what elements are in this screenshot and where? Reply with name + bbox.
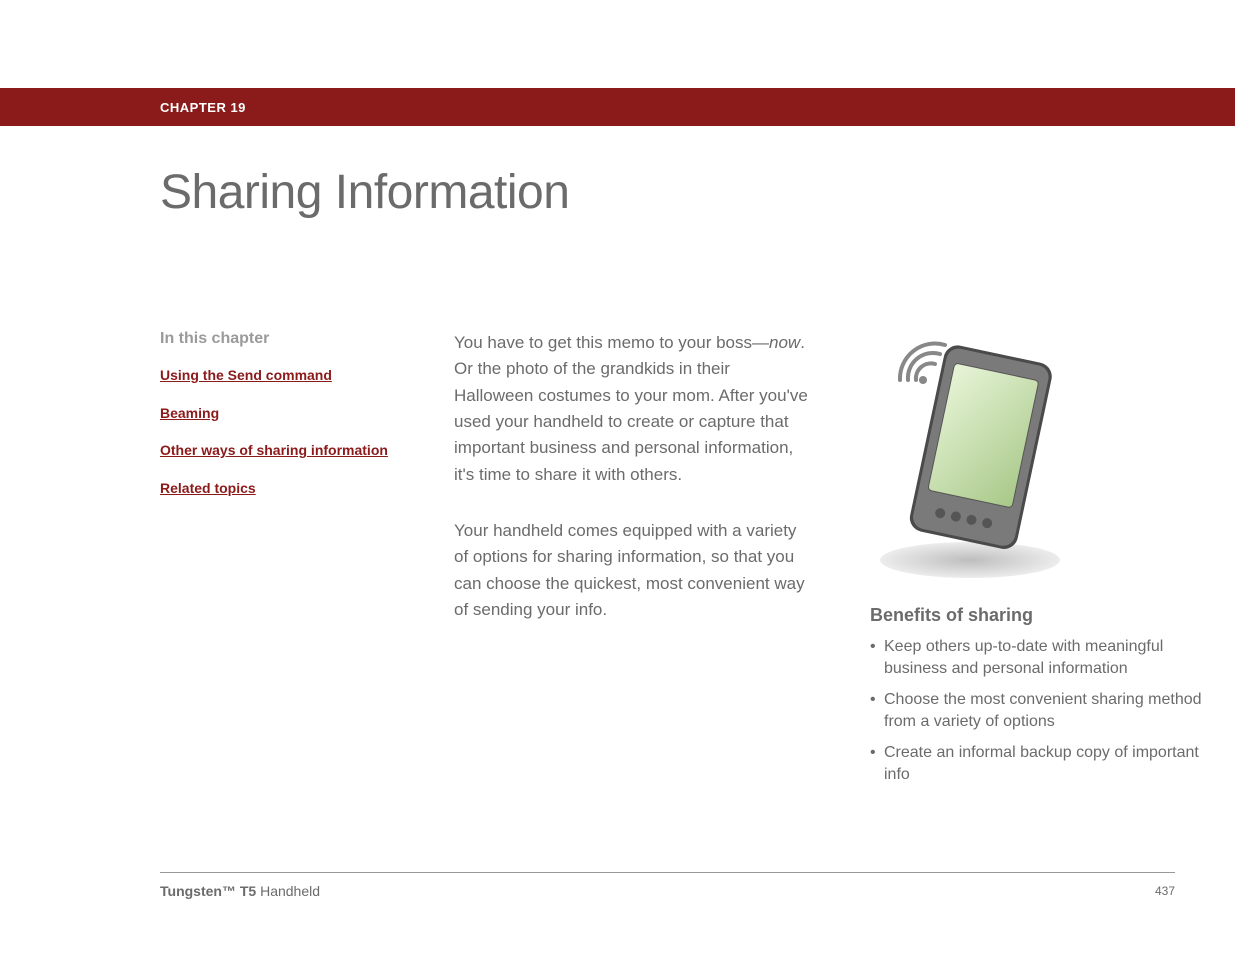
sidebar-link-send-command[interactable]: Using the Send command bbox=[160, 366, 400, 386]
para1-post: . Or the photo of the grandkids in their… bbox=[454, 333, 808, 484]
handheld-device-illustration bbox=[870, 330, 1075, 585]
para1-emphasis: now bbox=[769, 333, 800, 352]
footer-product-bold: Tungsten™ T5 bbox=[160, 883, 256, 899]
benefit-item-2: Choose the most convenient sharing metho… bbox=[870, 689, 1220, 732]
para1-pre: You have to get this memo to your boss— bbox=[454, 333, 769, 352]
sidebar-heading: In this chapter bbox=[160, 330, 400, 348]
page-title: Sharing Information bbox=[160, 165, 569, 220]
chapter-header-bar: CHAPTER 19 bbox=[0, 88, 1235, 126]
main-body-text: You have to get this memo to your boss—n… bbox=[454, 330, 814, 653]
benefits-list: Keep others up-to-date with meaningful b… bbox=[870, 636, 1220, 786]
body-paragraph-2: Your handheld comes equipped with a vari… bbox=[454, 518, 814, 623]
page-footer: Tungsten™ T5 Handheld 437 bbox=[160, 872, 1175, 899]
sidebar-link-other-ways[interactable]: Other ways of sharing information bbox=[160, 441, 400, 461]
benefit-item-3: Create an informal backup copy of import… bbox=[870, 742, 1220, 785]
footer-product-name: Tungsten™ T5 Handheld bbox=[160, 883, 320, 899]
footer-product-rest: Handheld bbox=[256, 883, 320, 899]
footer-page-number: 437 bbox=[1155, 884, 1175, 898]
benefits-heading: Benefits of sharing bbox=[870, 605, 1220, 626]
chapter-label: CHAPTER 19 bbox=[160, 100, 246, 115]
sidebar-in-this-chapter: In this chapter Using the Send command B… bbox=[160, 330, 400, 516]
sidebar-link-beaming[interactable]: Beaming bbox=[160, 404, 400, 424]
body-paragraph-1: You have to get this memo to your boss—n… bbox=[454, 330, 814, 488]
wireless-signal-icon bbox=[900, 344, 945, 384]
sidebar-link-related-topics[interactable]: Related topics bbox=[160, 479, 400, 499]
benefits-section: Benefits of sharing Keep others up-to-da… bbox=[870, 605, 1220, 796]
benefit-item-1: Keep others up-to-date with meaningful b… bbox=[870, 636, 1220, 679]
